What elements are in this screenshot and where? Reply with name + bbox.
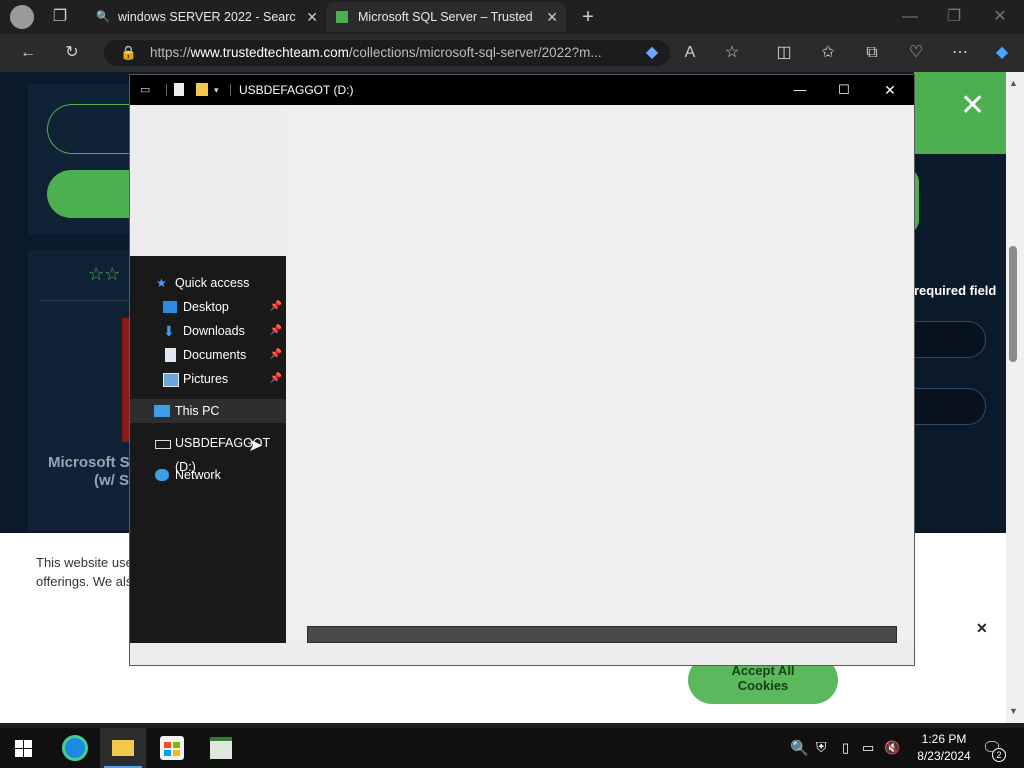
- documents-icon: [165, 348, 176, 362]
- nav-item-pictures[interactable]: Pictures 📌: [130, 367, 286, 391]
- search-icon: 🔍: [96, 11, 110, 23]
- folder-icon: [112, 740, 134, 756]
- window-title: USBDEFAGGOT (D:): [239, 83, 354, 97]
- read-aloud-icon[interactable]: A: [676, 40, 704, 66]
- search-tray-icon[interactable]: 🔍: [790, 739, 809, 757]
- product-subtitle: (w/ S: [94, 472, 130, 489]
- nav-item-quick-access[interactable]: ★ Quick access: [130, 271, 286, 295]
- collections-icon[interactable]: ⧉: [858, 40, 886, 66]
- store-icon[interactable]: [160, 736, 184, 760]
- network-icon: [155, 469, 169, 481]
- star-icon: ★: [156, 276, 167, 290]
- copilot-icon[interactable]: ◆: [988, 40, 1016, 66]
- minimize-icon[interactable]: —: [896, 2, 924, 32]
- taskbar-file-explorer[interactable]: [100, 728, 146, 768]
- restore-icon[interactable]: ❐: [940, 2, 968, 32]
- browser-tab-bar: ❐ 🔍 windows SERVER 2022 - Search ✕ Micro…: [0, 0, 1024, 34]
- rating-stars-icon: ☆☆: [88, 264, 121, 284]
- drive-icon: [155, 440, 171, 449]
- pin-icon[interactable]: 📌: [270, 343, 282, 367]
- close-cookie-icon[interactable]: ✕: [976, 620, 988, 637]
- title-separator: [230, 84, 231, 96]
- usb-device-icon[interactable]: ▯: [842, 740, 849, 756]
- explorer-title-bar[interactable]: ▭ ▾ USBDEFAGGOT (D:) — ☐ ✕: [130, 75, 914, 105]
- nav-item-desktop[interactable]: Desktop 📌: [130, 295, 286, 319]
- security-shield-icon[interactable]: ⛨: [816, 739, 827, 756]
- scroll-up-icon[interactable]: ▲: [1009, 78, 1018, 88]
- nav-item-downloads[interactable]: ⬇ Downloads 📌: [130, 319, 286, 343]
- form-input-2[interactable]: [905, 388, 986, 425]
- download-icon: ⬇: [163, 323, 175, 339]
- pin-icon[interactable]: 📌: [270, 295, 282, 319]
- close-tab-icon[interactable]: ✕: [546, 2, 558, 32]
- new-folder-icon[interactable]: [196, 83, 208, 96]
- clock[interactable]: 1:26 PM 8/23/2024: [914, 732, 974, 763]
- minimize-icon[interactable]: —: [792, 75, 808, 105]
- lock-icon[interactable]: 🔒: [120, 40, 137, 66]
- title-separator: [166, 84, 167, 96]
- start-windows-icon[interactable]: [15, 740, 32, 757]
- close-popup-icon[interactable]: ✕: [960, 88, 985, 123]
- close-window-icon[interactable]: ✕: [986, 2, 1014, 32]
- tab-sql-server[interactable]: Microsoft SQL Server – Trusted Te ✕: [326, 2, 566, 32]
- nav-item-documents[interactable]: Documents 📌: [130, 343, 286, 367]
- quantity-input[interactable]: [47, 104, 137, 154]
- form-input-1[interactable]: [905, 321, 986, 358]
- refresh-icon[interactable]: ↻: [58, 40, 86, 66]
- volume-muted-icon[interactable]: 🔇: [884, 740, 900, 756]
- product-title[interactable]: Microsoft S: [48, 454, 130, 471]
- tab-search[interactable]: 🔍 windows SERVER 2022 - Search ✕: [86, 2, 326, 32]
- nav-item-this-pc[interactable]: This PC: [130, 399, 286, 423]
- trusted-tech-favicon-icon: [336, 11, 348, 23]
- favorite-star-icon[interactable]: ☆: [718, 40, 746, 66]
- coupon-tag-icon[interactable]: ◆: [638, 40, 666, 66]
- horizontal-scrollbar[interactable]: [307, 626, 897, 643]
- page-scrollbar[interactable]: [1006, 72, 1024, 723]
- scrollbar-thumb[interactable]: [1009, 246, 1017, 362]
- tab-actions-icon[interactable]: ❐: [46, 2, 74, 32]
- edge-browser-icon[interactable]: [62, 735, 88, 761]
- add-to-cart-button[interactable]: [47, 170, 137, 218]
- new-tab-icon[interactable]: +: [574, 2, 602, 32]
- drive-icon: ▭: [140, 84, 151, 96]
- card-divider: [40, 300, 136, 301]
- profile-avatar-icon[interactable]: [10, 5, 34, 29]
- close-icon[interactable]: ✕: [882, 75, 898, 105]
- file-content-pane[interactable]: [286, 105, 914, 643]
- maximize-icon[interactable]: ☐: [836, 75, 852, 105]
- properties-icon[interactable]: [174, 83, 184, 96]
- split-screen-icon[interactable]: ◫: [770, 40, 798, 66]
- nav-item-network[interactable]: Network: [130, 463, 286, 487]
- network-tray-icon[interactable]: ▭: [862, 740, 874, 756]
- pin-icon[interactable]: 📌: [270, 367, 282, 391]
- browser-essentials-icon[interactable]: ♡: [902, 40, 930, 66]
- back-icon[interactable]: ←: [14, 40, 42, 66]
- scroll-down-icon[interactable]: ▼: [1009, 706, 1018, 716]
- favorites-icon[interactable]: ✩: [814, 40, 842, 66]
- desktop-icon: [163, 301, 177, 313]
- server-manager-icon[interactable]: [210, 737, 232, 759]
- address-bar[interactable]: 🔒 https://www.trustedtechteam.com/collec…: [104, 40, 670, 66]
- mouse-cursor: ➤: [248, 435, 264, 455]
- cookie-text: This website use offerings. We als: [36, 555, 133, 589]
- pictures-icon: [163, 373, 179, 387]
- required-field-label: required field: [914, 283, 997, 298]
- close-tab-icon[interactable]: ✕: [306, 2, 318, 32]
- quick-access-toolbar-dropdown-icon[interactable]: ▾: [214, 75, 219, 105]
- notification-count-badge: 2: [992, 748, 1006, 762]
- more-menu-icon[interactable]: ⋯: [946, 40, 974, 66]
- computer-icon: [154, 405, 170, 417]
- pin-icon[interactable]: 📌: [270, 319, 282, 343]
